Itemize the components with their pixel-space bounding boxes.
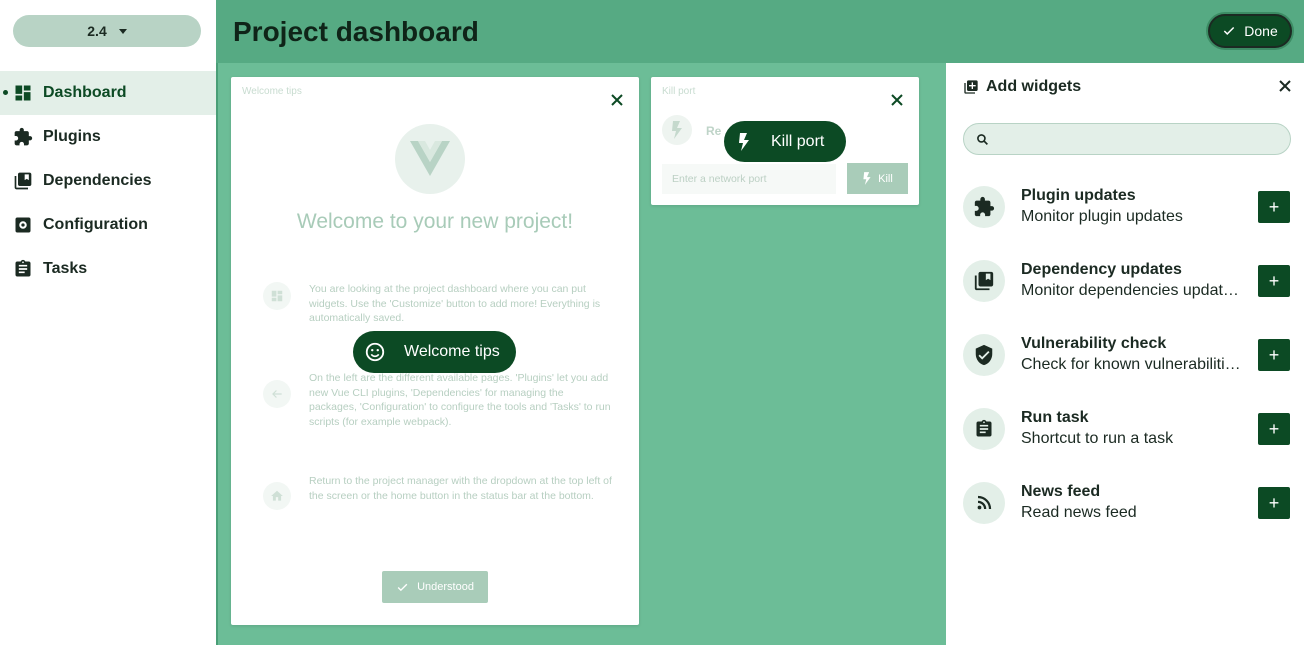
close-icon[interactable] — [610, 93, 624, 107]
close-icon[interactable] — [1278, 79, 1292, 93]
tip-item: On the left are the different available … — [263, 371, 613, 429]
tip-text: You are looking at the project dashboard… — [309, 283, 601, 324]
puzzle-icon — [963, 186, 1005, 228]
sidebar-item-plugins[interactable]: Plugins — [0, 115, 216, 159]
widget-description: Read news feed — [1021, 504, 1137, 521]
page-title: Project dashboard — [233, 16, 479, 47]
flash-icon — [863, 172, 871, 185]
kill-label: Kill — [878, 172, 893, 185]
widget-item-vulnerability-check: Vulnerability check Check for known vuln… — [963, 332, 1291, 378]
widget-item-dependency-updates: Dependency updates Monitor dependencies … — [963, 258, 1291, 304]
sidebar-item-dashboard[interactable]: Dashboard — [0, 71, 216, 115]
widget-title: Kill port — [662, 86, 696, 97]
panel-header: Add widgets — [963, 78, 1081, 96]
check-icon — [397, 583, 408, 591]
flash-icon — [739, 132, 749, 151]
library-add-icon — [964, 80, 978, 94]
sidebar-item-label: Dependencies — [43, 172, 152, 189]
kill-button[interactable]: Kill — [847, 163, 908, 194]
sidebar-item-tasks[interactable]: Tasks — [0, 247, 216, 291]
add-widget-button[interactable]: + — [1258, 265, 1290, 297]
understood-button[interactable]: Understood — [382, 571, 488, 603]
dashboard-icon — [263, 282, 291, 310]
add-widget-button[interactable]: + — [1258, 339, 1290, 371]
arrow-left-icon — [263, 380, 291, 408]
widget-item-plugin-updates: Plugin updates Monitor plugin updates + — [963, 184, 1291, 230]
widget-description: Monitor plugin updates — [1021, 208, 1183, 225]
widget-title: Welcome tips — [242, 86, 302, 97]
sidebar-item-label: Plugins — [43, 128, 101, 145]
widget-title: News feed — [1021, 483, 1101, 500]
done-button[interactable]: Done — [1208, 14, 1292, 48]
home-icon — [263, 482, 291, 510]
add-widgets-panel: Add widgets Plugin updates Monitor plugi… — [946, 63, 1304, 645]
tip-item: Return to the project manager with the d… — [263, 474, 613, 510]
library-books-icon — [963, 260, 1005, 302]
tip-text: On the left are the different available … — [309, 372, 611, 428]
caret-down-icon — [118, 28, 127, 34]
settings-icon — [13, 215, 33, 235]
flash-icon — [662, 115, 692, 145]
done-label: Done — [1244, 23, 1278, 39]
sidebar: 2.4 Dashboard Plugins Dependencies Confi… — [0, 0, 216, 645]
sidebar-item-configuration[interactable]: Configuration — [0, 203, 216, 247]
pill-label: Kill port — [771, 132, 825, 150]
panel-title: Add widgets — [986, 78, 1082, 95]
clipboard-icon — [13, 259, 33, 279]
widget-item-news-feed: News feed Read news feed + — [963, 480, 1291, 526]
pill-label: Welcome tips — [404, 343, 500, 360]
vue-logo — [395, 124, 465, 194]
shield-check-icon — [963, 334, 1005, 376]
welcome-tips-pill[interactable]: Welcome tips — [353, 331, 516, 373]
widget-title: Vulnerability check — [1021, 335, 1167, 352]
widget-search-input[interactable] — [997, 124, 1290, 154]
search-icon — [977, 133, 988, 145]
sidebar-nav: Dashboard Plugins Dependencies Configura… — [0, 71, 216, 291]
dashboard-icon — [13, 83, 33, 103]
kill-port-status: Re — [706, 124, 722, 138]
add-widget-button[interactable]: + — [1258, 413, 1290, 445]
smiley-icon — [365, 342, 385, 362]
widget-title: Dependency updates — [1021, 261, 1182, 278]
widget-title: Plugin updates — [1021, 187, 1136, 204]
widget-item-run-task: Run task Shortcut to run a task + — [963, 406, 1291, 452]
library-books-icon — [13, 171, 33, 191]
close-icon[interactable] — [890, 93, 904, 107]
widget-description: Monitor dependencies updat… — [1021, 282, 1239, 299]
widget-description: Shortcut to run a task — [1021, 430, 1174, 447]
version-label: 2.4 — [87, 23, 107, 39]
check-icon — [1224, 26, 1235, 35]
version-select[interactable]: 2.4 — [13, 15, 201, 47]
sidebar-item-label: Configuration — [43, 216, 148, 233]
add-widget-button[interactable]: + — [1258, 191, 1290, 223]
tip-item: You are looking at the project dashboard… — [263, 282, 613, 326]
kill-port-pill[interactable]: Kill port — [724, 121, 846, 162]
rss-icon — [963, 482, 1005, 524]
sidebar-item-label: Dashboard — [43, 84, 127, 101]
tip-text: Return to the project manager with the d… — [309, 475, 612, 502]
divider — [216, 63, 218, 645]
add-widget-button[interactable]: + — [1258, 487, 1290, 519]
understood-label: Understood — [417, 581, 474, 593]
widget-search-box[interactable] — [963, 123, 1291, 155]
widget-description: Check for known vulnerabiliti… — [1021, 356, 1241, 373]
welcome-heading: Welcome to your new project! — [296, 210, 574, 233]
top-bar: Project dashboard Done — [216, 0, 1304, 63]
sidebar-item-dependencies[interactable]: Dependencies — [0, 159, 216, 203]
widget-title: Run task — [1021, 409, 1089, 426]
clipboard-icon — [963, 408, 1005, 450]
sidebar-item-label: Tasks — [43, 260, 88, 277]
puzzle-icon — [13, 127, 33, 147]
port-input[interactable] — [662, 164, 836, 194]
